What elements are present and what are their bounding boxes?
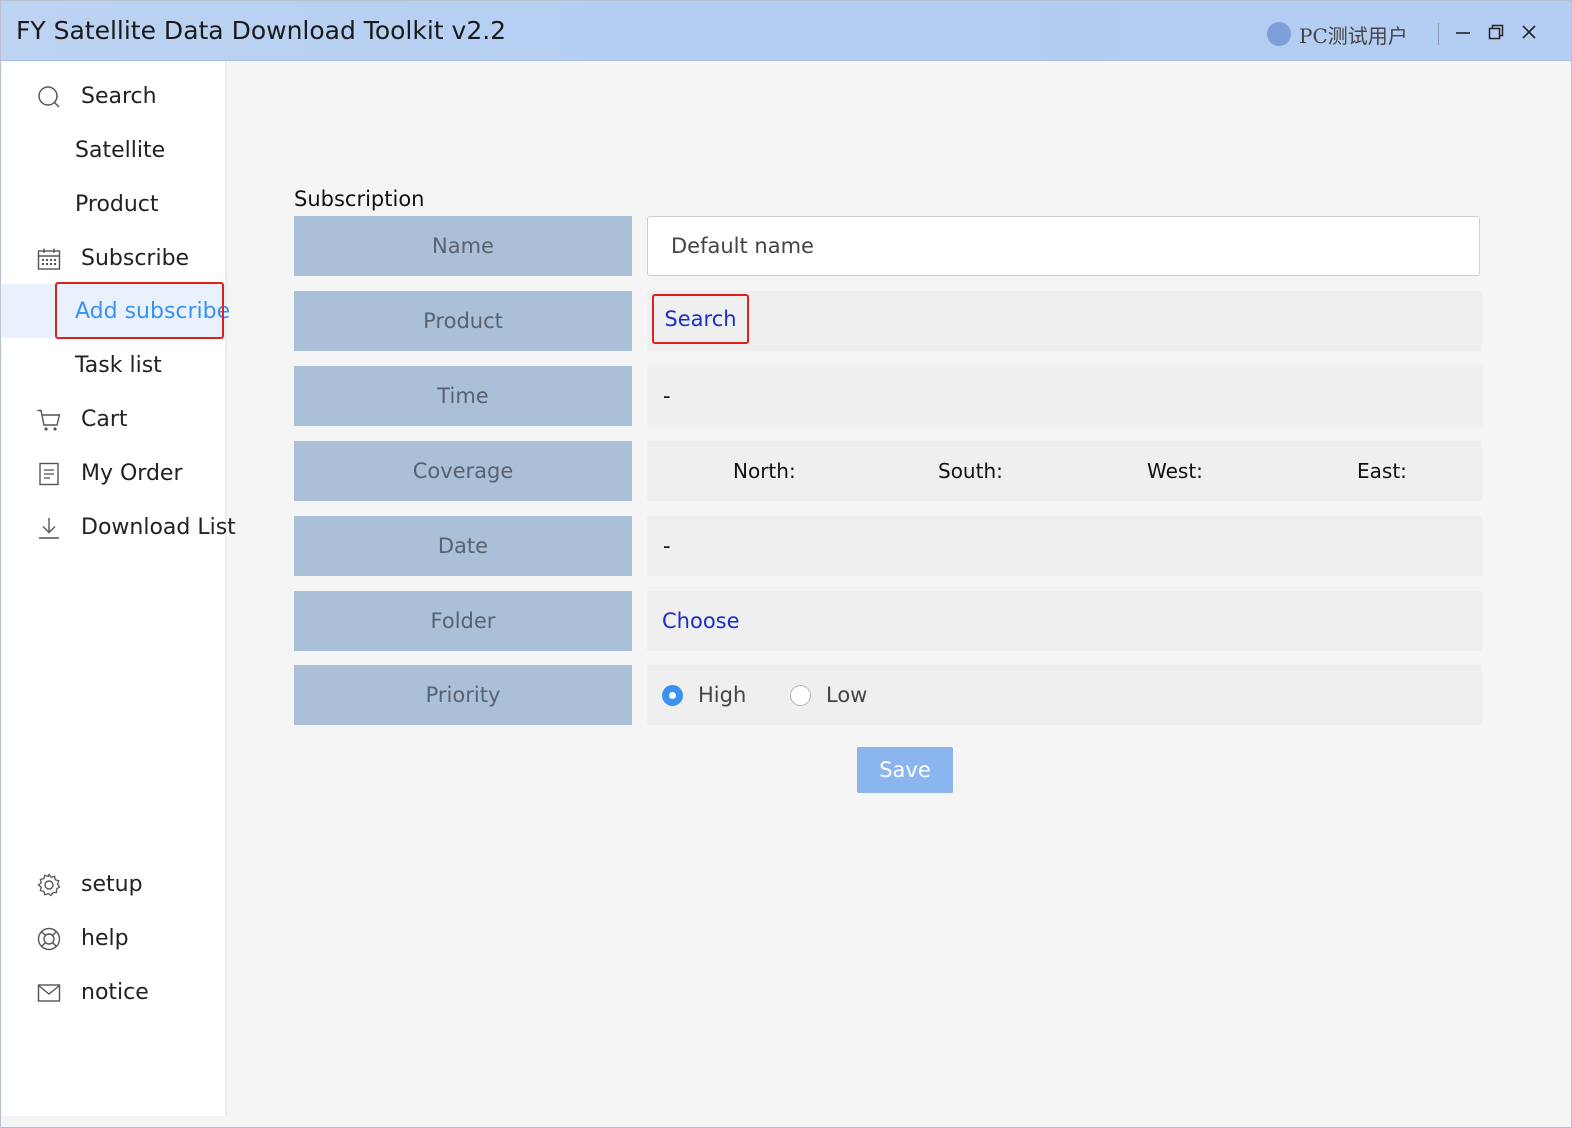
coverage-south: South: bbox=[938, 459, 1003, 483]
sidebar-item-notice[interactable]: notice bbox=[2, 967, 225, 1017]
time-label: Time bbox=[294, 366, 632, 426]
date-value: - bbox=[647, 516, 1482, 576]
sidebar-item-label: My Order bbox=[81, 460, 183, 486]
sidebar-item-label: Product bbox=[75, 191, 159, 217]
maximize-button[interactable] bbox=[1483, 19, 1509, 45]
sidebar-item-label: Cart bbox=[81, 406, 128, 432]
time-value: - bbox=[647, 366, 1482, 426]
sidebar-item-add-subscribe[interactable]: Add subscribe bbox=[2, 284, 230, 338]
folder-label: Folder bbox=[294, 591, 632, 651]
search-icon bbox=[36, 84, 62, 110]
sidebar: Search Satellite Product Subscribe Add s… bbox=[2, 62, 236, 1116]
lifebuoy-icon bbox=[36, 926, 62, 952]
sidebar-item-setup[interactable]: setup bbox=[2, 859, 225, 909]
close-icon bbox=[1522, 25, 1536, 39]
coverage-north: North: bbox=[733, 459, 796, 483]
sidebar-item-cart[interactable]: Cart bbox=[2, 394, 225, 444]
date-label: Date bbox=[294, 516, 632, 576]
sidebar-item-label: Subscribe bbox=[81, 245, 190, 271]
name-input[interactable] bbox=[647, 216, 1480, 276]
priority-high-radio[interactable]: High bbox=[662, 683, 746, 707]
restore-icon bbox=[1488, 24, 1504, 40]
product-label: Product bbox=[294, 291, 632, 351]
product-search-link[interactable]: Search bbox=[652, 294, 749, 344]
section-title: Subscription bbox=[294, 187, 425, 211]
sidebar-item-label: Add subscribe bbox=[75, 298, 231, 324]
product-value bbox=[647, 291, 1482, 351]
priority-label: Priority bbox=[294, 665, 632, 725]
priority-low-radio[interactable]: Low bbox=[790, 683, 867, 707]
radio-unchecked-icon bbox=[790, 684, 811, 706]
coverage-east: East: bbox=[1357, 459, 1407, 483]
priority-value: High Low bbox=[647, 665, 1482, 725]
sidebar-item-label: notice bbox=[81, 979, 149, 1005]
close-button[interactable] bbox=[1516, 19, 1542, 45]
sidebar-item-product[interactable]: Product bbox=[2, 179, 225, 229]
minimize-button[interactable] bbox=[1450, 19, 1476, 45]
folder-choose-link[interactable]: Choose bbox=[662, 609, 740, 633]
avatar bbox=[1267, 22, 1291, 46]
title-divider bbox=[1438, 23, 1439, 45]
sidebar-item-task-list[interactable]: Task list bbox=[2, 340, 225, 390]
calendar-icon bbox=[36, 246, 62, 272]
sidebar-item-search[interactable]: Search bbox=[2, 71, 225, 121]
sidebar-item-help[interactable]: help bbox=[2, 913, 225, 963]
sidebar-item-download-list[interactable]: Download List bbox=[2, 502, 236, 552]
folder-value: Choose bbox=[647, 591, 1482, 651]
save-button[interactable]: Save bbox=[857, 747, 953, 793]
document-icon bbox=[36, 461, 62, 487]
cart-icon bbox=[36, 407, 62, 433]
mail-icon bbox=[36, 980, 62, 1006]
sidebar-item-label: Task list bbox=[75, 352, 162, 378]
radio-label: High bbox=[698, 683, 747, 707]
radio-checked-icon bbox=[662, 684, 683, 706]
user-profile[interactable]: PC测试用户 bbox=[1267, 20, 1408, 48]
name-label: Name bbox=[294, 216, 632, 276]
coverage-west: West: bbox=[1147, 459, 1203, 483]
coverage-value: North: South: West: East: bbox=[647, 441, 1482, 501]
radio-label: Low bbox=[826, 683, 868, 707]
gear-icon bbox=[36, 872, 62, 898]
sidebar-item-satellite[interactable]: Satellite bbox=[2, 125, 225, 175]
sidebar-item-label: help bbox=[81, 925, 129, 951]
coverage-label: Coverage bbox=[294, 441, 632, 501]
sidebar-item-label: Satellite bbox=[75, 137, 166, 163]
user-name: PC测试用户 bbox=[1299, 23, 1408, 48]
minimize-icon bbox=[1456, 32, 1470, 34]
sidebar-item-label: Search bbox=[81, 83, 157, 109]
sidebar-item-my-order[interactable]: My Order bbox=[2, 448, 225, 498]
sidebar-item-subscribe[interactable]: Subscribe bbox=[2, 233, 225, 283]
download-icon bbox=[36, 515, 62, 541]
window-title: FY Satellite Data Download Toolkit v2.2 bbox=[16, 16, 507, 45]
title-bar[interactable]: FY Satellite Data Download Toolkit v2.2 … bbox=[1, 1, 1571, 61]
sidebar-item-label: setup bbox=[81, 871, 143, 897]
app-window: FY Satellite Data Download Toolkit v2.2 … bbox=[0, 0, 1572, 1128]
sidebar-item-label: Download List bbox=[81, 514, 236, 540]
